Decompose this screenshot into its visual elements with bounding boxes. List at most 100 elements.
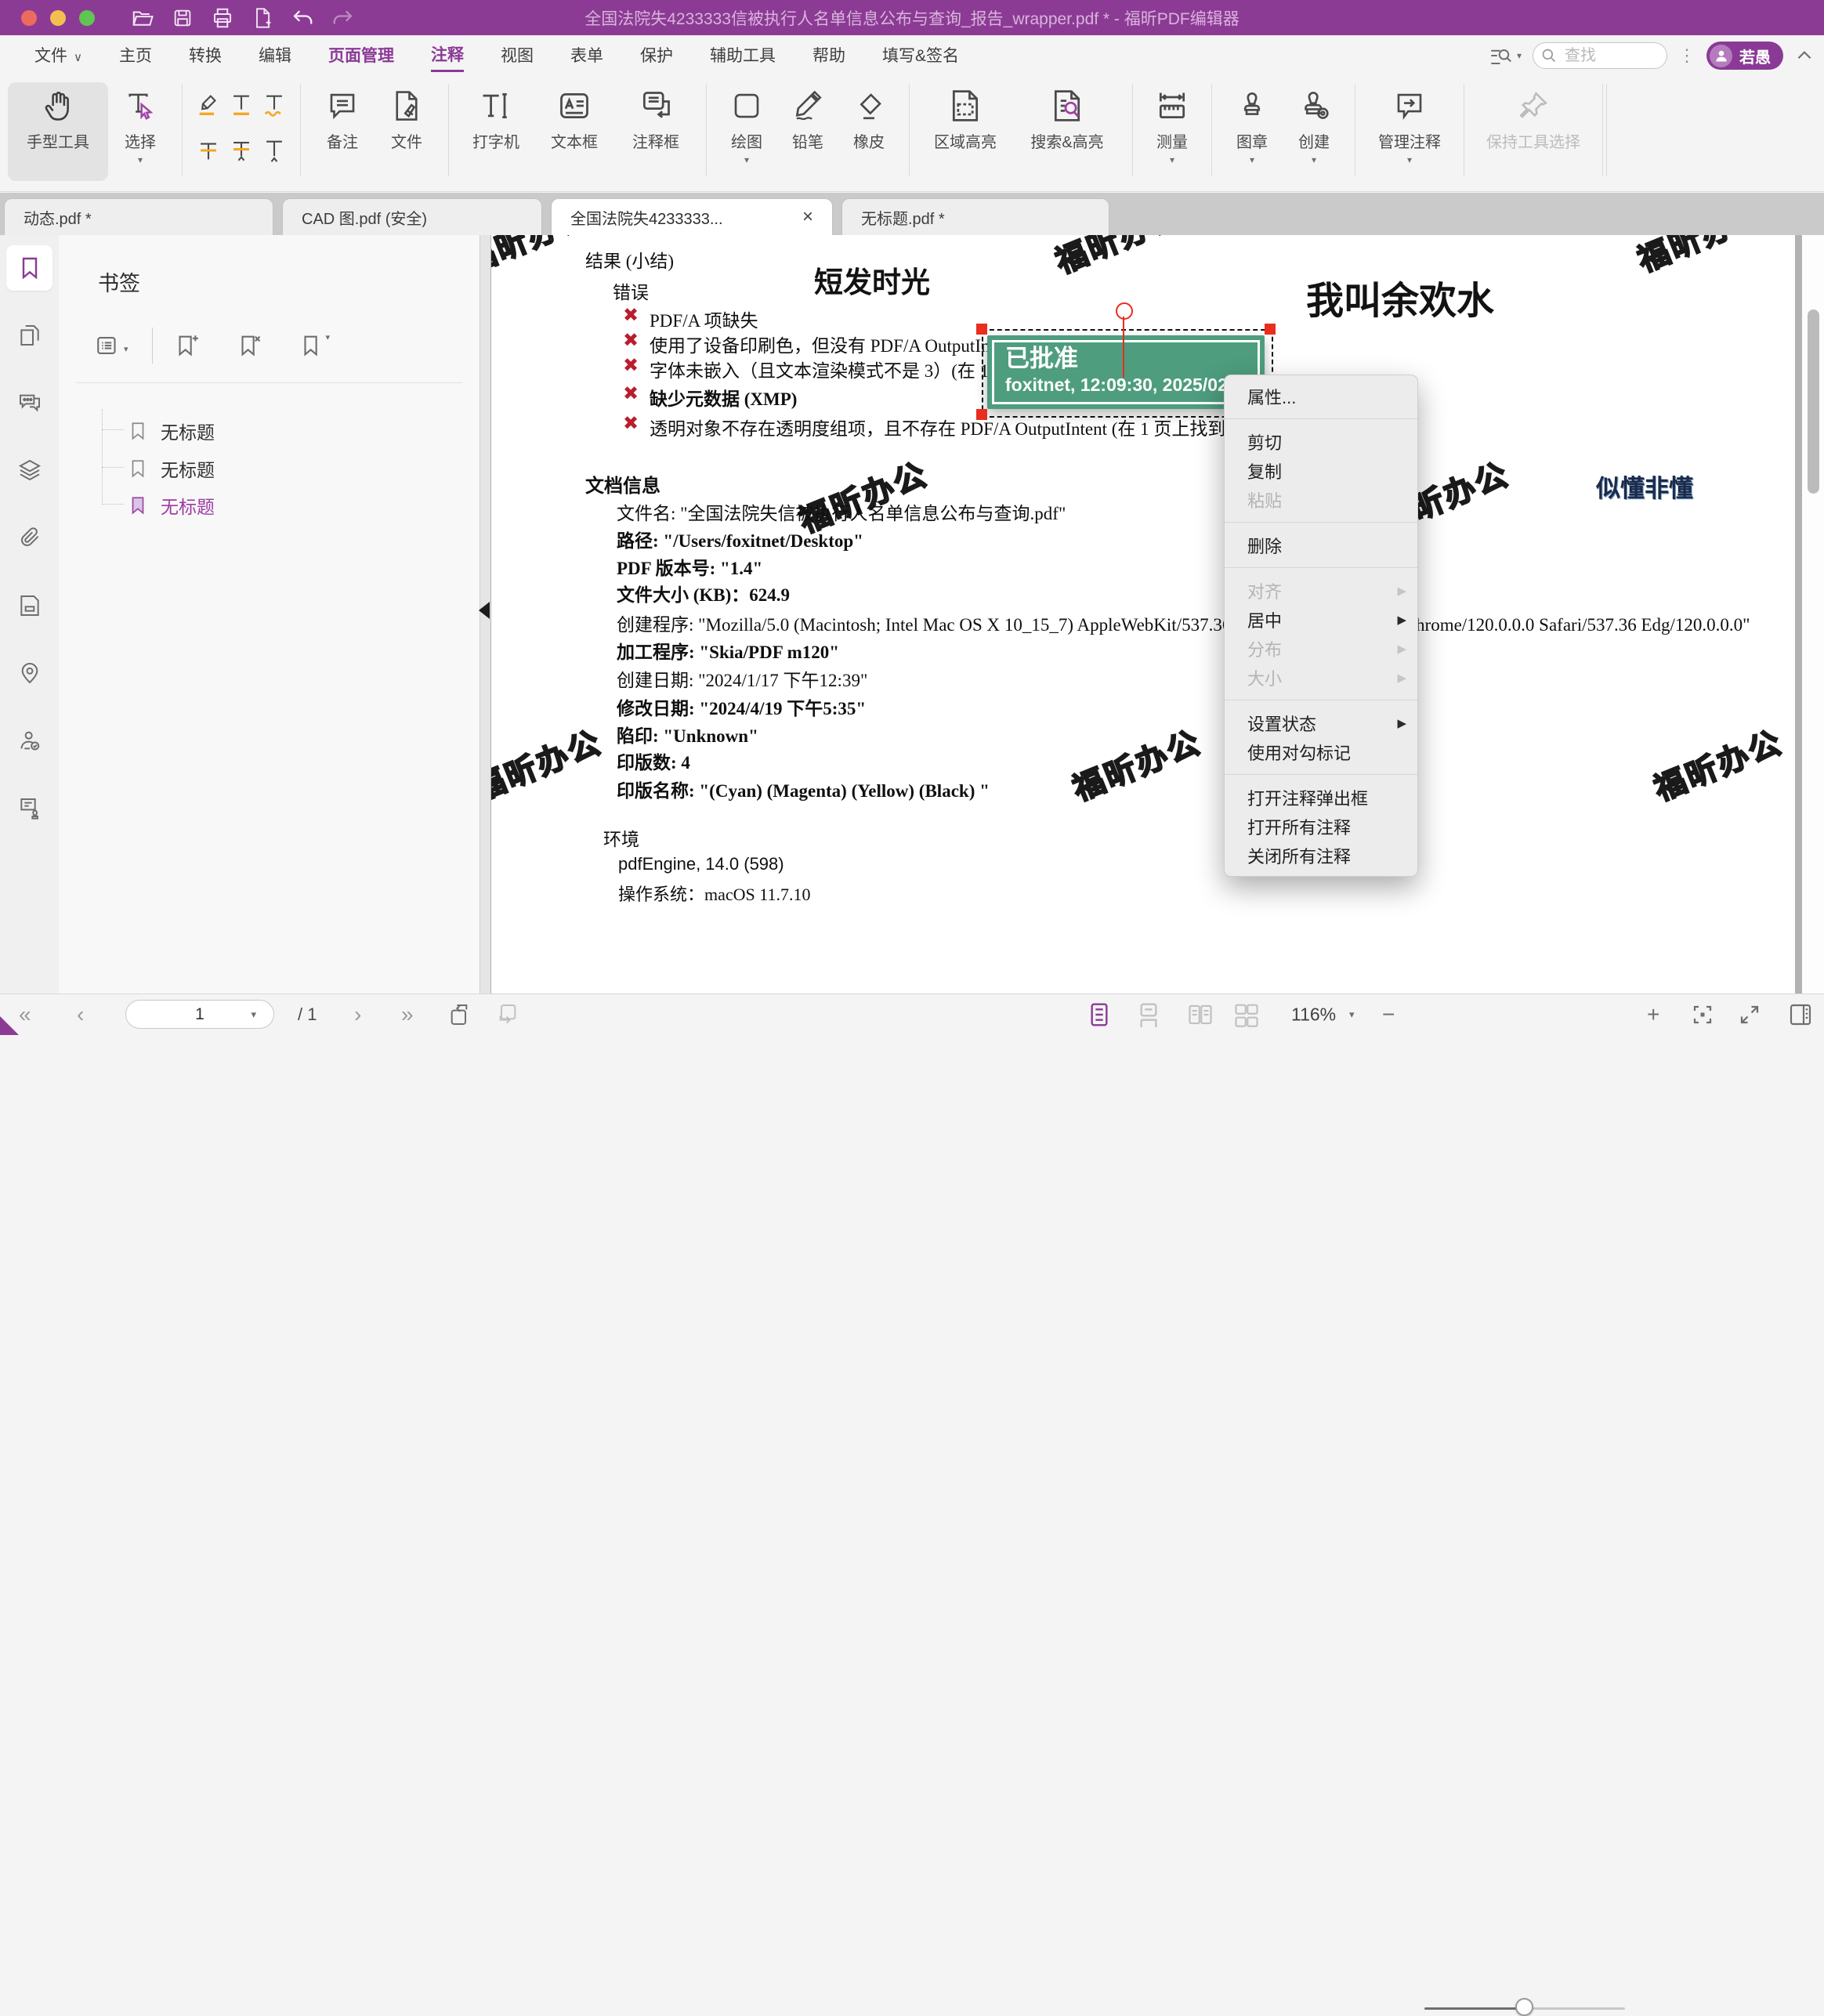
menu-fill-sign[interactable]: 填写&签名	[882, 41, 959, 71]
collapse-toolbar-icon[interactable]	[1794, 45, 1815, 66]
panel-resize-divider[interactable]	[480, 235, 491, 994]
rotation-handle[interactable]	[1116, 302, 1133, 320]
add-bookmark-icon[interactable]	[173, 332, 200, 359]
fields-panel-icon[interactable]	[17, 593, 42, 618]
menu-file[interactable]: 文件∨	[34, 41, 82, 71]
redo-icon[interactable]	[331, 6, 355, 30]
context-menu-center[interactable]: 居中▶	[1225, 605, 1417, 634]
stamp-tool-button[interactable]: 图章 ▾	[1221, 82, 1283, 181]
zoom-slider-thumb[interactable]	[1515, 1998, 1533, 2016]
menu-help[interactable]: 帮助	[812, 41, 845, 71]
single-page-view-icon[interactable]	[1088, 1002, 1111, 1027]
search-input[interactable]	[1563, 46, 1652, 66]
right-panel-icon[interactable]	[1788, 1002, 1813, 1027]
tab-cad[interactable]: CAD 图.pdf (安全)	[282, 198, 542, 235]
vertical-scrollbar[interactable]	[1802, 235, 1824, 994]
signatures-panel-icon[interactable]	[17, 729, 42, 754]
close-window-button[interactable]	[21, 10, 37, 26]
context-menu-set-status[interactable]: 设置状态▶	[1225, 708, 1417, 737]
print-icon[interactable]	[211, 6, 234, 30]
next-page-icon[interactable]: ›	[354, 1002, 361, 1027]
user-account-button[interactable]: 若愚	[1706, 42, 1783, 70]
menu-home[interactable]: 主页	[119, 41, 152, 71]
menu-edit[interactable]: 编辑	[259, 41, 291, 71]
insert-text-icon[interactable]	[261, 137, 288, 164]
bookmark-item-1[interactable]: 无标题	[128, 418, 215, 444]
menu-convert[interactable]: 转换	[189, 41, 222, 71]
first-page-icon[interactable]: «	[19, 1002, 31, 1027]
menu-protect[interactable]: 保护	[640, 41, 673, 71]
create-stamp-tool-button[interactable]: 创建 ▾	[1283, 82, 1345, 181]
menu-page-management[interactable]: 页面管理	[328, 41, 394, 71]
search-box[interactable]	[1533, 42, 1667, 69]
collapse-panel-icon[interactable]	[479, 602, 490, 619]
eraser-tool-button[interactable]: 橡皮	[838, 82, 899, 181]
context-menu-delete[interactable]: 删除	[1225, 530, 1417, 559]
manage-comments-tool-button[interactable]: 管理注释 ▾	[1365, 82, 1454, 181]
area-highlight-tool-button[interactable]: 区域高亮	[919, 82, 1012, 181]
resize-handle-top-right[interactable]	[1265, 324, 1276, 335]
fullscreen-icon[interactable]	[1738, 1003, 1761, 1026]
menu-accessibility[interactable]: 辅助工具	[710, 41, 776, 71]
bookmark-list-menu-icon[interactable]: ▾	[95, 332, 128, 359]
minimize-window-button[interactable]	[50, 10, 66, 26]
resize-handle-top-left[interactable]	[976, 324, 987, 335]
select-tool-button[interactable]: 选择 ▾	[108, 82, 172, 181]
menu-form[interactable]: 表单	[570, 41, 603, 71]
advanced-search-icon[interactable]: ▾	[1489, 44, 1522, 67]
previous-page-icon[interactable]: ‹	[77, 1002, 84, 1027]
menu-view[interactable]: 视图	[501, 41, 534, 71]
save-icon[interactable]	[172, 7, 194, 29]
zoom-out-icon[interactable]: −	[1382, 1002, 1395, 1027]
textbox-tool-button[interactable]: 文本框	[534, 82, 615, 181]
last-page-icon[interactable]: »	[401, 1002, 414, 1027]
layers-panel-icon[interactable]	[17, 458, 42, 483]
next-view-icon[interactable]	[495, 1002, 520, 1027]
file-attachment-tool-button[interactable]: 文件	[375, 82, 439, 181]
facing-continuous-view-icon[interactable]	[1234, 1002, 1259, 1027]
open-file-icon[interactable]	[131, 6, 154, 30]
squiggly-underline-icon[interactable]	[261, 92, 288, 118]
replace-text-icon[interactable]	[228, 137, 255, 164]
chevron-down-icon[interactable]: ▾	[1349, 1008, 1355, 1021]
document-page[interactable]: 福昕办公 福昕办公 福昕办公 福昕办公 福昕办公 福昕办公 福昕办公 福昕办公 …	[491, 235, 1824, 994]
menu-comment[interactable]: 注释	[431, 40, 464, 72]
stamps-panel-icon[interactable]	[17, 796, 42, 821]
destinations-panel-icon[interactable]	[17, 661, 42, 686]
zoom-window-button[interactable]	[79, 10, 95, 26]
hand-tool-button[interactable]: 手型工具	[8, 82, 108, 181]
new-document-icon[interactable]	[252, 7, 273, 29]
zoom-level[interactable]: 116%	[1291, 1004, 1336, 1026]
callout-tool-button[interactable]: 注释框	[615, 82, 697, 181]
context-menu-properties[interactable]: 属性...	[1225, 382, 1417, 411]
context-menu-open-popup[interactable]: 打开注释弹出框	[1225, 783, 1417, 812]
bookmark-item-3-selected[interactable]: 无标题	[128, 492, 215, 519]
previous-view-icon[interactable]	[447, 1002, 472, 1027]
underline-text-icon[interactable]	[228, 92, 255, 118]
fit-page-icon[interactable]	[1691, 1003, 1714, 1026]
context-menu-cut[interactable]: 剪切	[1225, 427, 1417, 456]
search-highlight-tool-button[interactable]: 搜索&高亮	[1012, 82, 1123, 181]
strikeout-text-icon[interactable]	[195, 137, 222, 164]
context-menu-close-all[interactable]: 关闭所有注释	[1225, 841, 1417, 870]
page-number-input[interactable]: 1▾	[125, 1000, 274, 1029]
highlight-text-icon[interactable]	[195, 92, 222, 118]
tab-active-document[interactable]: 全国法院失4233333...×	[551, 198, 833, 235]
comments-panel-icon[interactable]	[17, 390, 42, 415]
note-tool-button[interactable]: 备注	[310, 82, 375, 181]
undo-icon[interactable]	[291, 6, 314, 30]
continuous-view-icon[interactable]	[1137, 1002, 1160, 1027]
typewriter-tool-button[interactable]: 打字机	[458, 82, 534, 181]
pencil-tool-button[interactable]: 铅笔	[777, 82, 838, 181]
more-options-icon[interactable]: ⋮	[1678, 45, 1696, 66]
page-thumbnails-icon[interactable]	[17, 323, 42, 348]
bookmark-item-2[interactable]: 无标题	[128, 455, 215, 482]
context-menu-checkmark[interactable]: 使用对勾标记	[1225, 737, 1417, 766]
delete-bookmark-icon[interactable]	[236, 332, 262, 359]
measure-tool-button[interactable]: 测量 ▾	[1142, 82, 1202, 181]
tab-dongtai[interactable]: 动态.pdf *	[4, 198, 273, 235]
context-menu-open-all[interactable]: 打开所有注释	[1225, 812, 1417, 841]
facing-view-icon[interactable]	[1188, 1002, 1213, 1027]
context-menu-copy[interactable]: 复制	[1225, 456, 1417, 485]
zoom-in-icon[interactable]: +	[1647, 1002, 1659, 1027]
